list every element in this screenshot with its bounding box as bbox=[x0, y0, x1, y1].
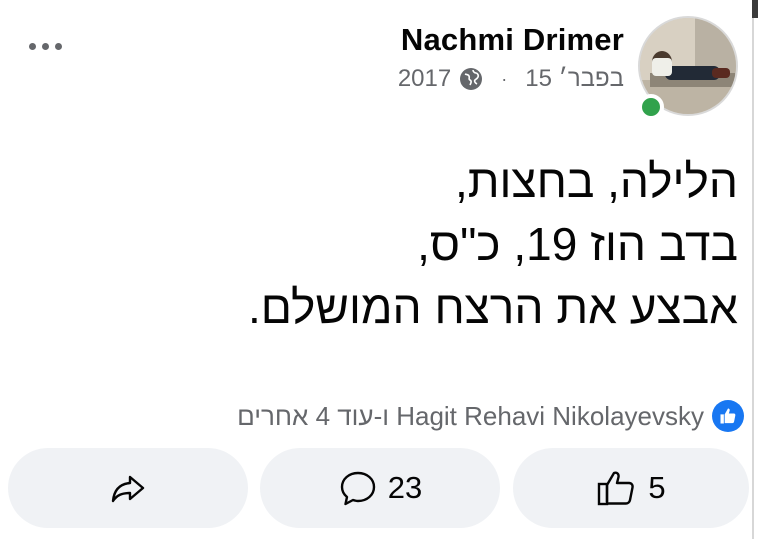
reactions-text[interactable]: Hagit Rehavi Nikolayevsky ו-עוד 4 אחרים bbox=[237, 401, 704, 432]
post-date[interactable]: 15 בפבר׳ bbox=[525, 65, 624, 93]
post-year[interactable]: 2017 bbox=[398, 65, 451, 93]
thumbs-up-icon bbox=[598, 471, 635, 506]
comment-count: 23 bbox=[387, 470, 423, 505]
author-name[interactable]: Nachmi Drimer bbox=[401, 22, 624, 58]
share-icon bbox=[111, 475, 145, 503]
share-button[interactable] bbox=[8, 448, 248, 528]
post-line: אבצע את הרצח המושלם. bbox=[247, 281, 738, 333]
window-edge bbox=[752, 0, 754, 539]
window-edge-stub bbox=[752, 0, 758, 18]
comment-icon bbox=[340, 471, 375, 506]
comment-button[interactable]: 23 bbox=[260, 448, 500, 528]
reactions-summary[interactable]: Hagit Rehavi Nikolayevsky ו-עוד 4 אחרים bbox=[237, 396, 744, 436]
post-line: בדב הוז 19, כ"ס, bbox=[417, 218, 738, 270]
globe-icon bbox=[460, 68, 483, 90]
online-status-icon bbox=[638, 94, 664, 120]
author-avatar[interactable] bbox=[638, 16, 742, 120]
post-text: הלילה, בחצות, בדב הוז 19, כ"ס, אבצע את ה… bbox=[138, 150, 738, 339]
more-dot-icon bbox=[28, 42, 36, 50]
more-dot-icon bbox=[41, 42, 49, 50]
meta-separator: · bbox=[501, 68, 508, 89]
like-count: 5 bbox=[648, 470, 666, 505]
like-button[interactable]: 5 bbox=[513, 448, 749, 528]
more-dot-icon bbox=[54, 42, 62, 50]
post-meta: 2017 · 15 בפבר׳ bbox=[398, 64, 624, 94]
like-icon bbox=[712, 400, 744, 432]
more-options-button[interactable] bbox=[22, 32, 68, 60]
post-line: הלילה, בחצות, bbox=[454, 155, 738, 207]
